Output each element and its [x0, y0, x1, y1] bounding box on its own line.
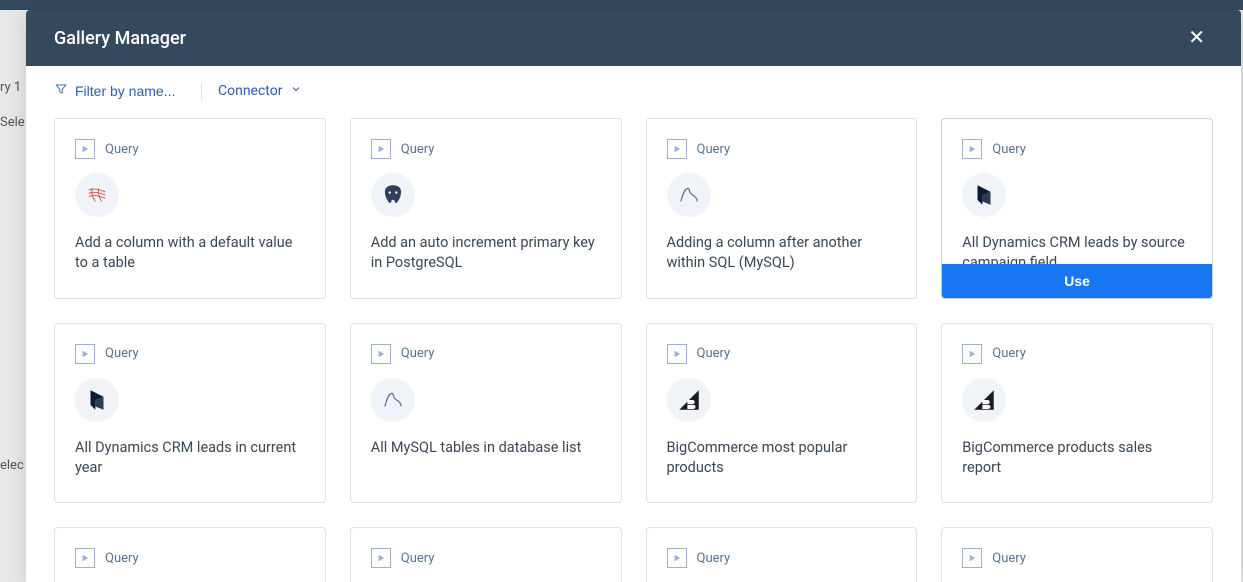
play-icon — [667, 344, 687, 364]
toolbar: Connector — [26, 66, 1241, 108]
play-icon — [962, 344, 982, 364]
play-icon — [75, 344, 95, 364]
card-type-row: Query — [371, 548, 601, 568]
card-type-row: Query — [75, 139, 305, 159]
card-type-label: Query — [401, 346, 435, 361]
gallery-card[interactable]: Query Add a column with a default value t… — [54, 118, 326, 299]
play-icon — [75, 139, 95, 159]
connector-dropdown[interactable]: Connector — [202, 83, 302, 99]
card-type-label: Query — [992, 346, 1026, 361]
card-title: BigCommerce most popular products — [667, 438, 897, 479]
mysql-icon — [371, 378, 415, 422]
mysql-icon — [667, 173, 711, 217]
gallery-card[interactable]: Query All MySQL tables in database list — [350, 323, 622, 504]
gallery-card[interactable]: Query All Dynamics CRM leads in current y… — [54, 323, 326, 504]
background-text: ry 1 — [0, 80, 21, 95]
card-title: Add an auto increment primary key in Pos… — [371, 233, 601, 274]
dynamics-icon — [962, 173, 1006, 217]
modal-header: Gallery Manager ✕ — [26, 10, 1241, 66]
play-icon — [371, 139, 391, 159]
gallery-card[interactable]: Query — [646, 527, 918, 582]
connector-label: Connector — [218, 83, 282, 99]
play-icon — [962, 548, 982, 568]
bigcommerce-icon — [667, 378, 711, 422]
close-button[interactable]: ✕ — [1180, 24, 1213, 52]
gallery-grid: Query Add a column with a default value t… — [54, 118, 1213, 582]
chevron-down-icon — [290, 83, 302, 99]
card-title: Add a column with a default value to a t… — [75, 233, 305, 274]
card-title: All MySQL tables in database list — [371, 438, 601, 458]
card-type-label: Query — [401, 551, 435, 566]
card-type-label: Query — [105, 346, 139, 361]
card-type-row: Query — [962, 344, 1192, 364]
card-type-label: Query — [105, 551, 139, 566]
gallery-card[interactable]: Query — [941, 527, 1213, 582]
card-type-row: Query — [667, 344, 897, 364]
card-title: All Dynamics CRM leads in current year — [75, 438, 305, 479]
card-type-label: Query — [992, 551, 1026, 566]
card-type-row: Query — [962, 548, 1192, 568]
gallery-card[interactable]: Query BigCommerce products sales report — [941, 323, 1213, 504]
postgresql-icon — [371, 173, 415, 217]
card-type-label: Query — [697, 346, 731, 361]
play-icon — [667, 139, 687, 159]
dynamics-icon — [75, 378, 119, 422]
background-text: Sele — [0, 115, 25, 130]
close-icon: ✕ — [1188, 27, 1205, 49]
card-type-row: Query — [371, 139, 601, 159]
gallery-card[interactable]: Query — [350, 527, 622, 582]
gallery-content: Query Add a column with a default value t… — [26, 108, 1241, 582]
gallery-card[interactable]: QueryAll Dynamics CRM leads by source ca… — [941, 118, 1213, 299]
gallery-card[interactable]: Query — [54, 527, 326, 582]
card-type-label: Query — [992, 142, 1026, 157]
filter-input[interactable] — [75, 83, 185, 99]
sqlserver-icon — [75, 173, 119, 217]
card-title: Adding a column after another within SQL… — [667, 233, 897, 274]
card-type-row: Query — [667, 139, 897, 159]
play-icon — [371, 548, 391, 568]
use-button[interactable]: Use — [942, 264, 1212, 298]
bigcommerce-icon — [962, 378, 1006, 422]
modal-title: Gallery Manager — [54, 28, 186, 49]
gallery-card[interactable]: Query BigCommerce most popular products — [646, 323, 918, 504]
card-type-label: Query — [697, 142, 731, 157]
gallery-card[interactable]: Query Adding a column after another withi… — [646, 118, 918, 299]
filter-by-name[interactable] — [54, 82, 202, 100]
background-text: elec — [0, 458, 24, 473]
card-type-row: Query — [75, 548, 305, 568]
play-icon — [962, 139, 982, 159]
filter-icon — [54, 82, 68, 100]
card-type-label: Query — [401, 142, 435, 157]
card-type-row: Query — [667, 548, 897, 568]
card-type-label: Query — [105, 142, 139, 157]
play-icon — [667, 548, 687, 568]
gallery-manager-modal: Gallery Manager ✕ Connector Query Add a c… — [26, 10, 1241, 582]
card-title: BigCommerce products sales report — [962, 438, 1192, 479]
card-type-row: Query — [371, 344, 601, 364]
gallery-card[interactable]: Query Add an auto increment primary key i… — [350, 118, 622, 299]
play-icon — [75, 548, 95, 568]
card-type-label: Query — [697, 551, 731, 566]
card-type-row: Query — [962, 139, 1192, 159]
card-type-row: Query — [75, 344, 305, 364]
play-icon — [371, 344, 391, 364]
